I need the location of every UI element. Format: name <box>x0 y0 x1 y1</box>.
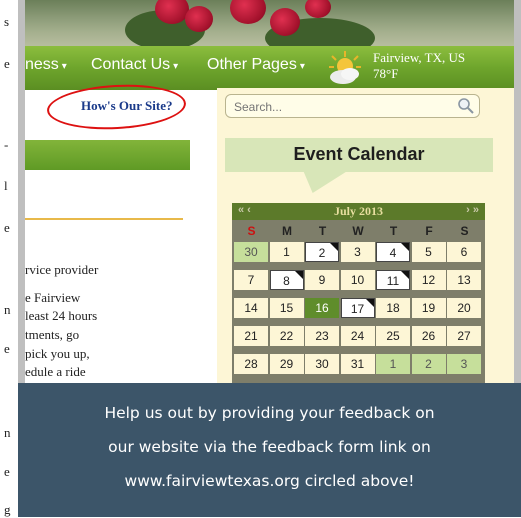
left-fragment: e <box>4 56 10 71</box>
calendar-day[interactable]: 28 <box>234 354 268 374</box>
calendar-day[interactable]: 2 <box>411 354 446 374</box>
calendar-day[interactable]: 18 <box>376 298 410 318</box>
calendar-day-of-week: W <box>352 224 364 238</box>
caption-line: Help us out by providing your feedback o… <box>104 404 435 422</box>
calendar-day-of-week: T <box>389 224 398 238</box>
calendar-day[interactable]: 10 <box>340 270 375 290</box>
website-screenshot: ness ▾ Contact Us ▾ Other Pages ▾ Fairview,… <box>18 0 521 383</box>
content-text-line: e Fairview <box>25 290 81 305</box>
calendar-day[interactable]: 15 <box>269 298 304 318</box>
calendar-day-of-week: S <box>460 224 469 238</box>
left-fragment: n <box>4 302 11 317</box>
calendar-day[interactable]: 14 <box>234 298 268 318</box>
search-box <box>225 94 480 119</box>
caption-box: Help us out by providing your feedback o… <box>18 383 521 517</box>
content-text-line: least 24 hours <box>25 308 98 323</box>
calendar-day[interactable]: 7 <box>234 270 268 290</box>
event-calendar-title: Event Calendar <box>293 144 425 164</box>
speech-bubble-tail <box>290 171 348 193</box>
calendar-day[interactable]: 23 <box>305 326 339 346</box>
calendar-day[interactable]: 19 <box>411 298 446 318</box>
weather-temperature: 78°F <box>373 66 399 81</box>
left-fragment: s <box>4 14 10 29</box>
nav-item-other-pages[interactable]: Other Pages ▾ <box>207 56 305 74</box>
header-banner-image <box>25 0 514 46</box>
calendar-day[interactable]: 8 <box>269 270 304 290</box>
search-input[interactable] <box>226 95 456 119</box>
content-header-bar <box>25 140 190 170</box>
left-fragment: - <box>4 137 9 152</box>
weather-location: Fairview, TX, US <box>373 50 466 65</box>
calendar-day[interactable]: 6 <box>447 242 481 262</box>
left-fragment: n <box>4 425 11 440</box>
calendar-header: « ‹ July 2013 › » <box>232 203 485 220</box>
calendar-day[interactable]: 31 <box>340 354 375 374</box>
calendar-day[interactable]: 30 <box>234 242 268 262</box>
nav-item-contact-us[interactable]: Contact Us ▾ <box>91 56 178 74</box>
sidebar: Event Calendar « ‹ July 2013 › » S M T W T F S… <box>217 88 514 383</box>
calendar-day[interactable]: 4 <box>376 242 410 262</box>
left-fragment: e <box>4 220 10 235</box>
calendar-day-of-week: M <box>282 224 292 238</box>
calendar-day[interactable]: 1 <box>269 242 304 262</box>
calendar-day[interactable]: 17 <box>340 298 375 318</box>
calendar-next-buttons[interactable]: › » <box>466 204 479 216</box>
calendar-day[interactable]: 22 <box>269 326 304 346</box>
calendar-day[interactable]: 12 <box>411 270 446 290</box>
content-text-line: pick you up, <box>25 346 90 361</box>
calendar-day[interactable]: 2 <box>305 242 339 262</box>
content-divider <box>25 218 183 220</box>
website-frame: ness ▾ Contact Us ▾ Other Pages ▾ Fairview,… <box>25 0 514 383</box>
caption-line: www.fairviewtexas.org circled above! <box>124 472 415 490</box>
calendar-day[interactable]: 25 <box>376 326 410 346</box>
calendar-day[interactable]: 27 <box>447 326 481 346</box>
left-fragment: g <box>4 502 11 517</box>
calendar-widget: « ‹ July 2013 › » S M T W T F S 30 1 2 3 4 5 6 7 8 9 10 11… <box>232 203 485 383</box>
calendar-day[interactable]: 20 <box>447 298 481 318</box>
calendar-day[interactable]: 3 <box>340 242 375 262</box>
content-text-line: edule a ride <box>25 364 86 379</box>
left-text-fragments: s e - l e n e n e g <box>0 0 18 517</box>
main-nav: ness ▾ Contact Us ▾ Other Pages ▾ Fairview,… <box>25 46 514 90</box>
caption-line: our website via the feedback form link o… <box>108 438 431 456</box>
search-icon[interactable] <box>457 97 475 115</box>
event-calendar-heading-box: Event Calendar <box>225 138 493 172</box>
calendar-day[interactable]: 3 <box>447 354 481 374</box>
calendar-day[interactable]: 16 <box>305 298 339 318</box>
calendar-day-of-week: F <box>425 224 433 238</box>
calendar-day-of-week: T <box>318 224 327 238</box>
calendar-day[interactable]: 13 <box>447 270 481 290</box>
left-fragment: e <box>4 341 10 356</box>
content-text-line: tments, go <box>25 327 80 342</box>
calendar-day-of-week: S <box>247 224 256 238</box>
calendar-day[interactable]: 29 <box>269 354 304 374</box>
calendar-day[interactable]: 26 <box>411 326 446 346</box>
left-fragment: l <box>4 178 8 193</box>
left-fragment: e <box>4 464 10 479</box>
calendar-day[interactable]: 5 <box>411 242 446 262</box>
nav-item-business[interactable]: ness ▾ <box>25 56 67 74</box>
calendar-day[interactable]: 30 <box>305 354 339 374</box>
weather-sun-icon <box>329 51 361 84</box>
calendar-day[interactable]: 9 <box>305 270 339 290</box>
calendar-month: July 2013 <box>333 204 383 218</box>
calendar-day[interactable]: 21 <box>234 326 268 346</box>
calendar-day[interactable]: 24 <box>340 326 375 346</box>
content-text-line: rvice provider <box>25 262 99 277</box>
calendar-day[interactable]: 1 <box>376 354 410 374</box>
calendar-day[interactable]: 11 <box>376 270 410 290</box>
